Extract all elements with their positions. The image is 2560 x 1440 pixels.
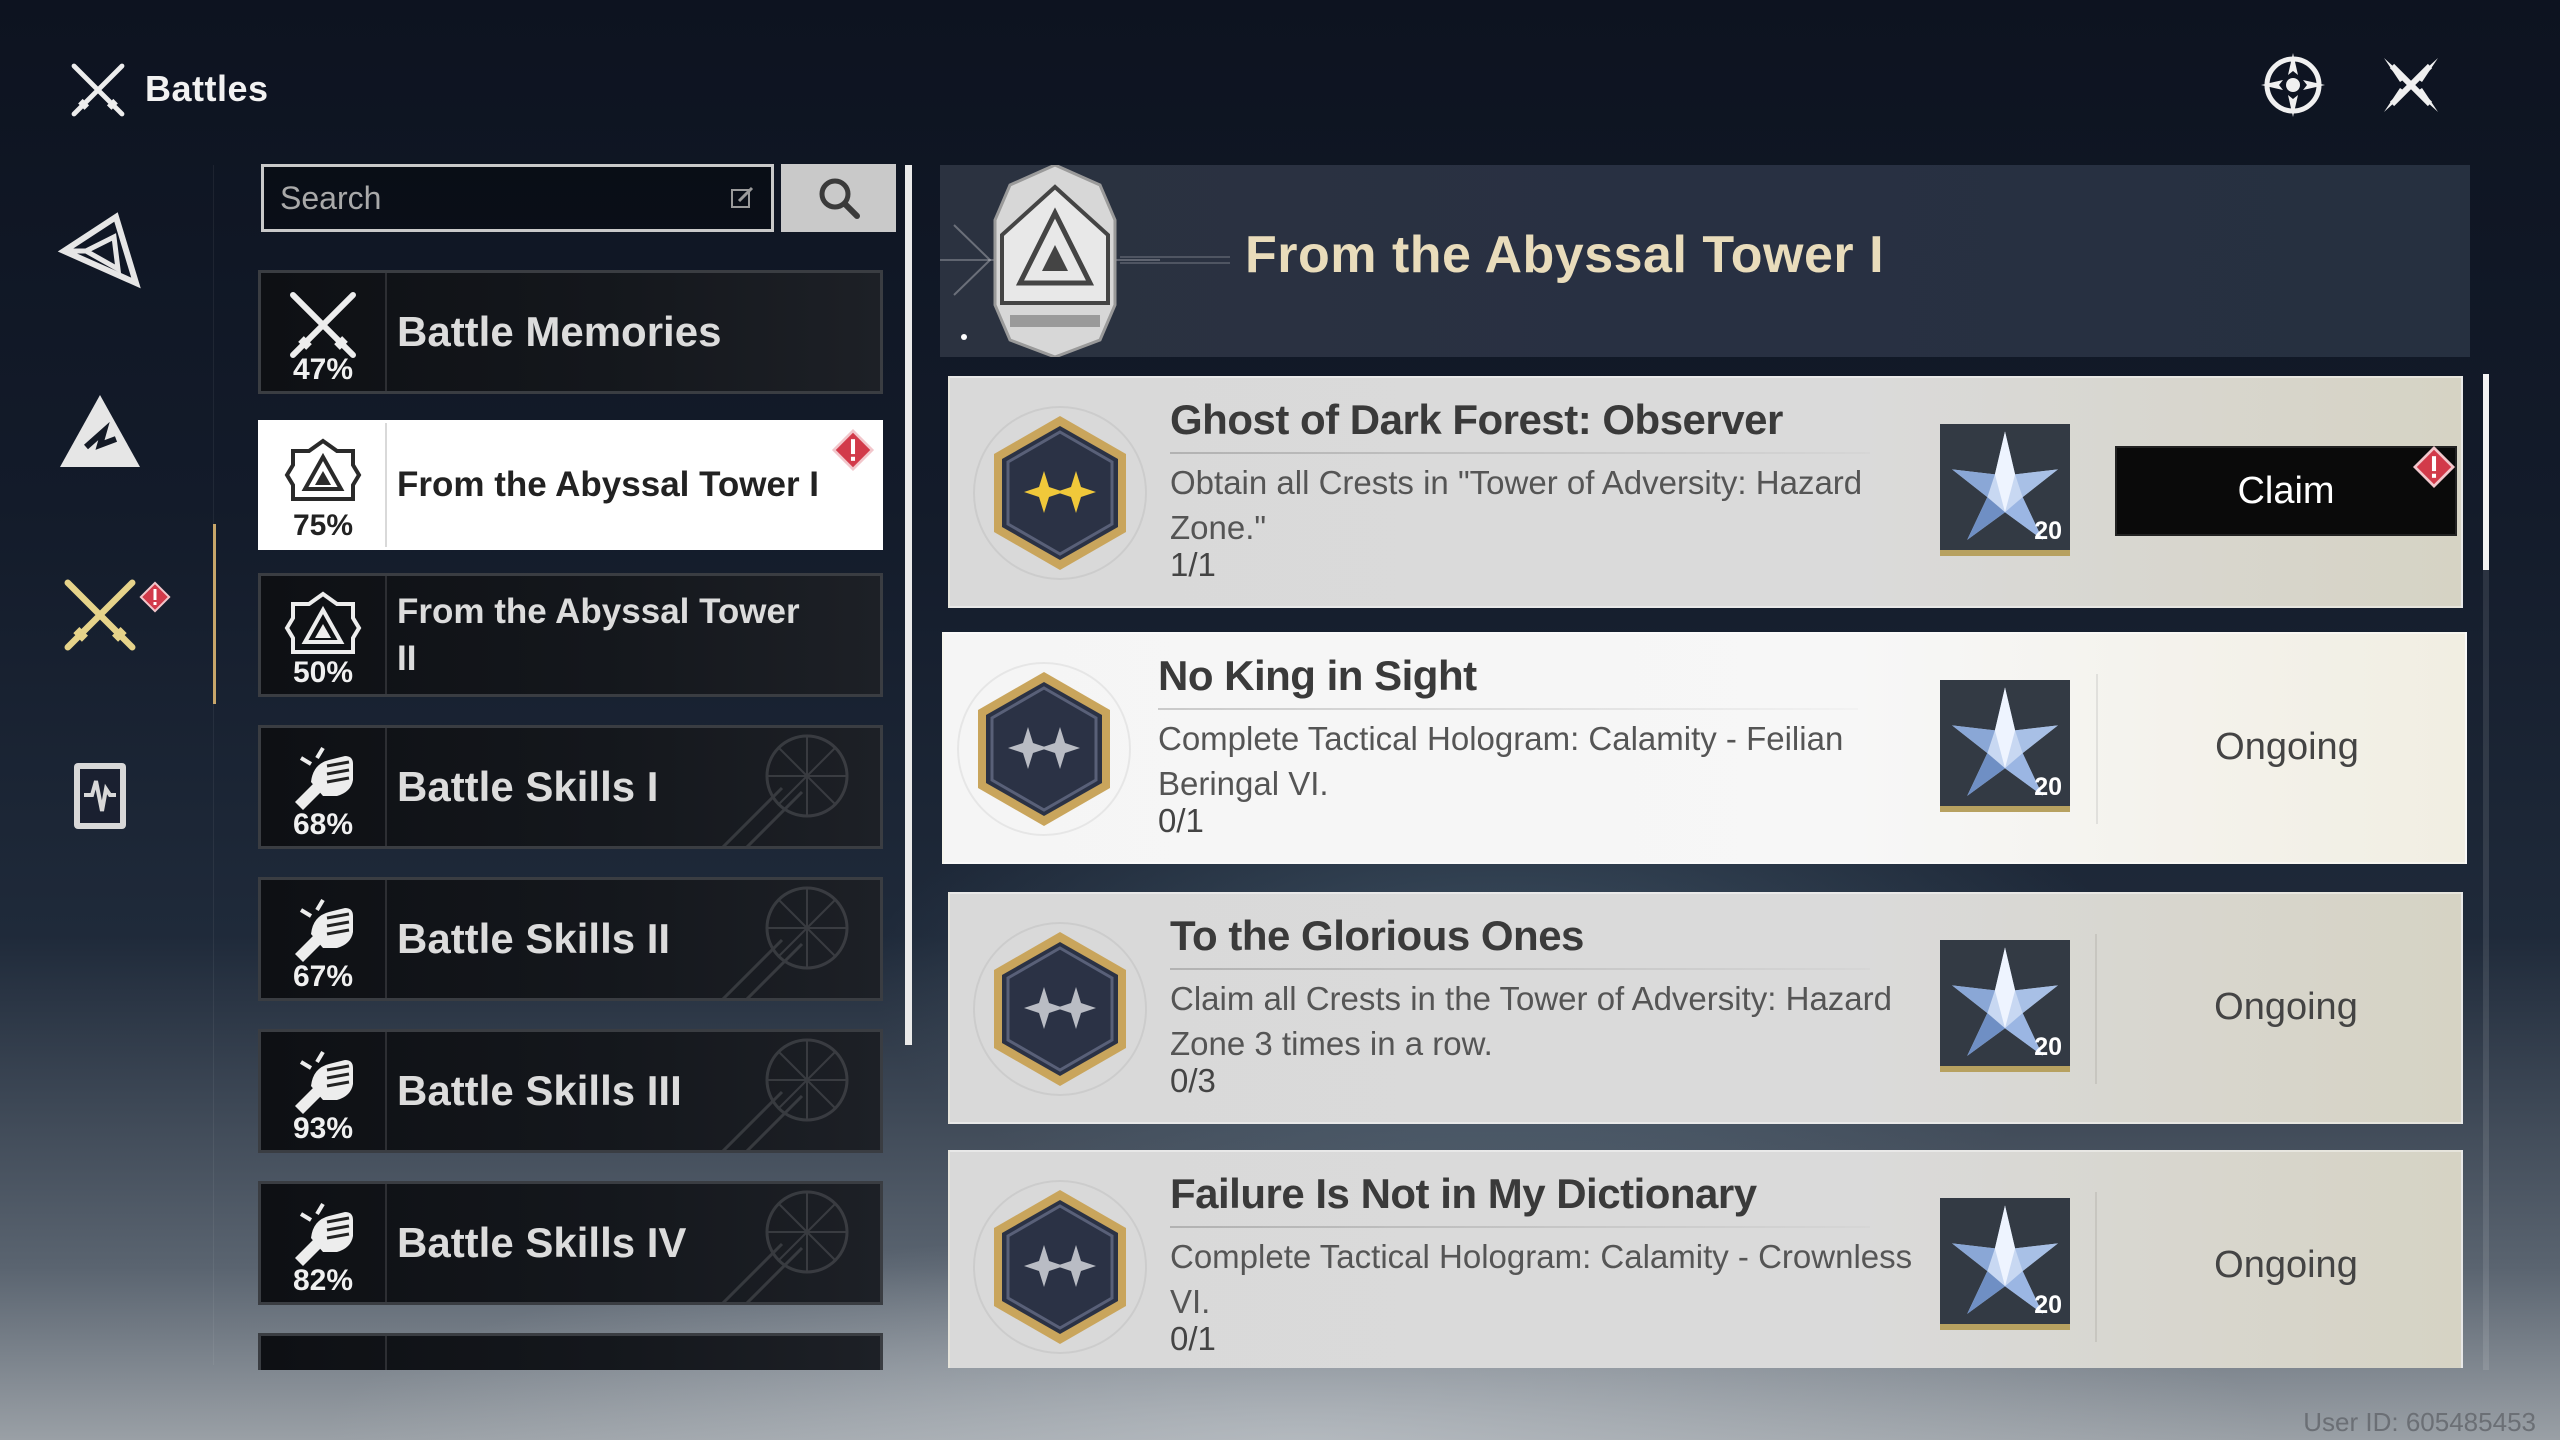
reward-count: 20 [2034, 773, 2062, 801]
detail-scrollbar[interactable] [2483, 374, 2489, 570]
achievement-progress: 1/1 [1170, 546, 1216, 583]
detail-header: From the Abyssal Tower I [940, 165, 2470, 357]
rail-item-battles[interactable] [50, 560, 150, 670]
battles-logo-icon [66, 58, 130, 122]
category-battle-memories[interactable]: 47% Battle Memories [258, 270, 883, 394]
reward-item[interactable]: 20 [1940, 940, 2070, 1072]
category-percent: 50% [292, 656, 354, 689]
category-battle-skills-4[interactable]: 82% Battle Skills IV [258, 1181, 883, 1305]
rail-divider [213, 165, 214, 1365]
medal-icon [954, 654, 1134, 844]
medal-icon [970, 914, 1150, 1104]
category-label: Battle Memories [397, 307, 722, 355]
rail-active-indicator [213, 524, 216, 704]
achievement-progress: 0/1 [1170, 1320, 1216, 1357]
reward-item[interactable]: 20 [1940, 1198, 2070, 1330]
codex-icon [74, 763, 126, 829]
achievement-description: Claim all Crests in the Tower of Adversi… [1170, 980, 1892, 1062]
search-button[interactable] [781, 164, 896, 232]
category-percent: 47% [292, 353, 354, 386]
rail-item-codex[interactable] [50, 740, 150, 850]
achievement-name: To the Glorious Ones [1170, 912, 1584, 959]
compass-icon [2261, 53, 2325, 117]
achievement-name: Ghost of Dark Forest: Observer [1170, 396, 1783, 443]
close-button[interactable] [2373, 47, 2449, 123]
alert-icon [2411, 444, 2457, 490]
mountain-icon [60, 395, 140, 467]
achievement-status: Ongoing [2215, 725, 2359, 768]
category-scrollbar[interactable] [905, 165, 912, 1045]
category-partial-next[interactable] [258, 1333, 883, 1370]
compass-button[interactable] [2255, 47, 2331, 123]
search-icon [819, 178, 860, 219]
user-id: User ID: 605485453 [2303, 1407, 2536, 1437]
prism-icon [57, 212, 141, 289]
achievement-name: No King in Sight [1158, 652, 1477, 699]
category-label: Battle Skills I [397, 762, 659, 810]
category-label: From the Abyssal Tower I [397, 465, 820, 505]
category-label: From the Abyssal Tower II [397, 591, 800, 678]
category-abyssal-tower-1[interactable]: 75% From the Abyssal Tower I [258, 420, 883, 550]
search-field[interactable] [261, 164, 774, 232]
achievement-progress: 0/1 [1158, 802, 1204, 839]
reward-item[interactable]: 20 [1940, 424, 2070, 556]
achievement-row: No King in Sight Complete Tactical Holog… [942, 632, 2467, 864]
alert-icon [830, 427, 876, 473]
category-percent: 75% [292, 509, 354, 542]
rose-pattern-icon [712, 880, 862, 1001]
achievement-row: Ghost of Dark Forest: Observer Obtain al… [948, 376, 2463, 608]
category-label: Battle Skills II [397, 914, 671, 962]
reward-count: 20 [2034, 517, 2062, 545]
category-battle-skills-3[interactable]: 93% Battle Skills III [258, 1029, 883, 1153]
achievement-status: Ongoing [2214, 985, 2358, 1028]
medal-icon [970, 1172, 1150, 1362]
rose-pattern-icon [712, 1184, 862, 1305]
abyssal-tower-emblem-icon [940, 165, 1230, 357]
category-percent: 67% [292, 960, 354, 993]
category-label: Battle Skills III [397, 1066, 682, 1114]
rail-item-prism[interactable] [50, 196, 150, 306]
achievement-row: Failure Is Not in My Dictionary Complete… [948, 1150, 2463, 1368]
achievement-progress: 0/3 [1170, 1062, 1216, 1099]
claim-button[interactable]: Claim [2115, 446, 2457, 536]
crossed-swords-icon [64, 579, 136, 651]
reward-item[interactable]: 20 [1940, 680, 2070, 812]
category-percent: 82% [292, 1264, 354, 1297]
reward-count: 20 [2034, 1291, 2062, 1319]
achievement-description: Complete Tactical Hologram: Calamity - C… [1170, 1238, 1913, 1320]
claim-label: Claim [2237, 469, 2335, 512]
category-battle-skills-2[interactable]: 67% Battle Skills II [258, 877, 883, 1001]
edit-icon [731, 186, 754, 208]
medal-gold-icon [970, 398, 1150, 588]
category-percent: 93% [292, 1112, 354, 1145]
achievement-status: Ongoing [2214, 1243, 2358, 1286]
achievement-description: Obtain all Crests in "Tower of Adversity… [1170, 464, 1863, 546]
achievement-description: Complete Tactical Hologram: Calamity - F… [1158, 720, 1844, 802]
page-title: Battles [145, 68, 269, 109]
search-input[interactable] [280, 179, 729, 217]
close-icon [2384, 58, 2438, 112]
rail-item-mountain[interactable] [50, 376, 150, 486]
category-percent: 68% [292, 808, 354, 841]
rose-pattern-icon [712, 728, 862, 849]
category-battle-skills-1[interactable]: 68% Battle Skills I [258, 725, 883, 849]
detail-scroll-track [2483, 570, 2489, 1370]
achievement-name: Failure Is Not in My Dictionary [1170, 1170, 1757, 1217]
detail-title: From the Abyssal Tower I [1245, 226, 1885, 284]
category-abyssal-tower-2[interactable]: 50% From the Abyssal Tower II [258, 573, 883, 697]
rail-alert-icon [138, 580, 172, 614]
achievement-row: To the Glorious Ones Claim all Crests in… [948, 892, 2463, 1124]
category-list: 47% Battle Memories 75% From the Abyssal… [258, 270, 883, 1370]
achievement-list: Ghost of Dark Forest: Observer Obtain al… [940, 372, 2470, 1368]
reward-count: 20 [2034, 1033, 2062, 1061]
category-label: Battle Skills IV [397, 1218, 687, 1266]
rose-pattern-icon [712, 1032, 862, 1153]
tower-icon [283, 435, 363, 515]
